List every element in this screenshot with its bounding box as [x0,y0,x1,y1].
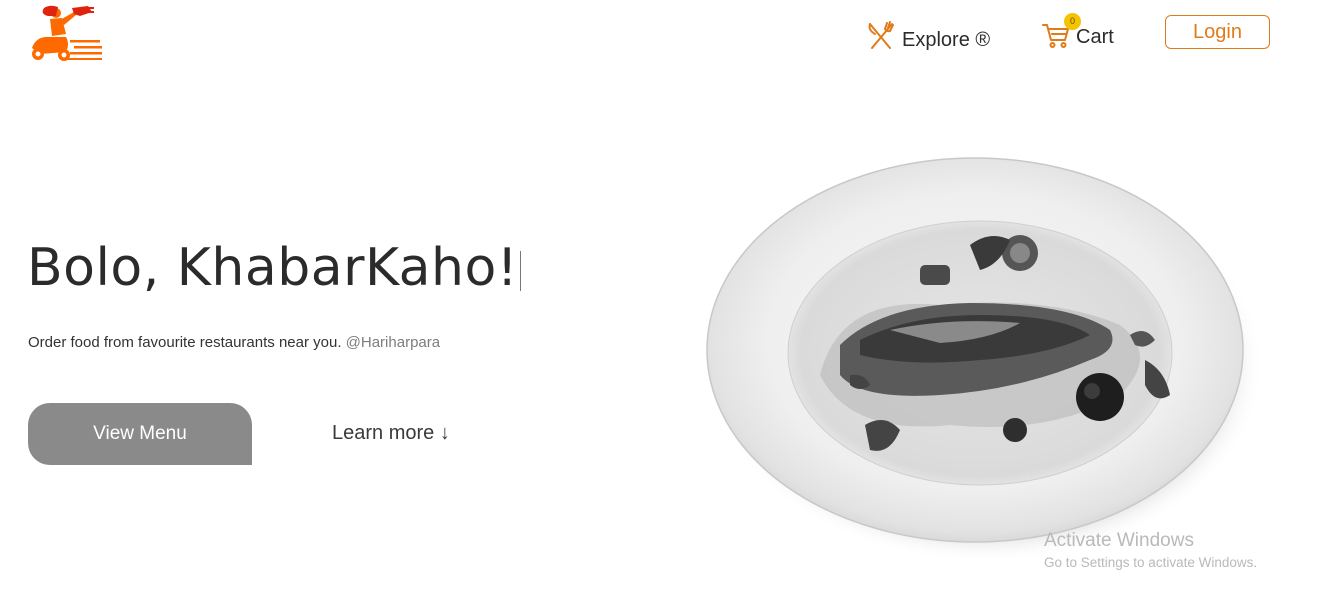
cart-label: Cart [1076,25,1114,48]
hero-title-text: Bolo, KhabarKaho! [27,238,519,298]
watermark-title: Activate Windows [1044,530,1194,551]
nav-cart[interactable]: 0 Cart [1042,10,1114,56]
typing-caret [520,251,522,291]
explore-label: Explore ® [902,28,991,51]
hero-subtitle: Order food from favourite restaurants ne… [28,334,440,351]
nav-explore[interactable]: Explore ® [866,16,990,56]
cart-icon-wrap: 0 [1042,13,1081,51]
hero-food-image [690,145,1270,565]
login-button[interactable]: Login [1165,15,1270,49]
hero-location: @Hariharpara [345,334,441,351]
cart-count-badge: 0 [1064,13,1081,30]
watermark-subtitle: Go to Settings to activate Windows. [1044,555,1258,570]
learn-more-link[interactable]: Learn more ↓ [332,422,450,445]
hero-title: Bolo, KhabarKaho! [27,238,522,298]
brand-logo[interactable] [26,4,104,62]
windows-activation-watermark: Activate Windows Go to Settings to activ… [1044,530,1257,570]
fork-knife-icon [866,20,896,52]
scooter-logo-icon [32,5,102,61]
hero-subtitle-text: Order food from favourite restaurants ne… [28,334,342,351]
view-menu-button[interactable]: View Menu [28,403,252,465]
page: Explore ® 0 Cart Login Bolo, KhabarKaho!… [0,0,1319,599]
